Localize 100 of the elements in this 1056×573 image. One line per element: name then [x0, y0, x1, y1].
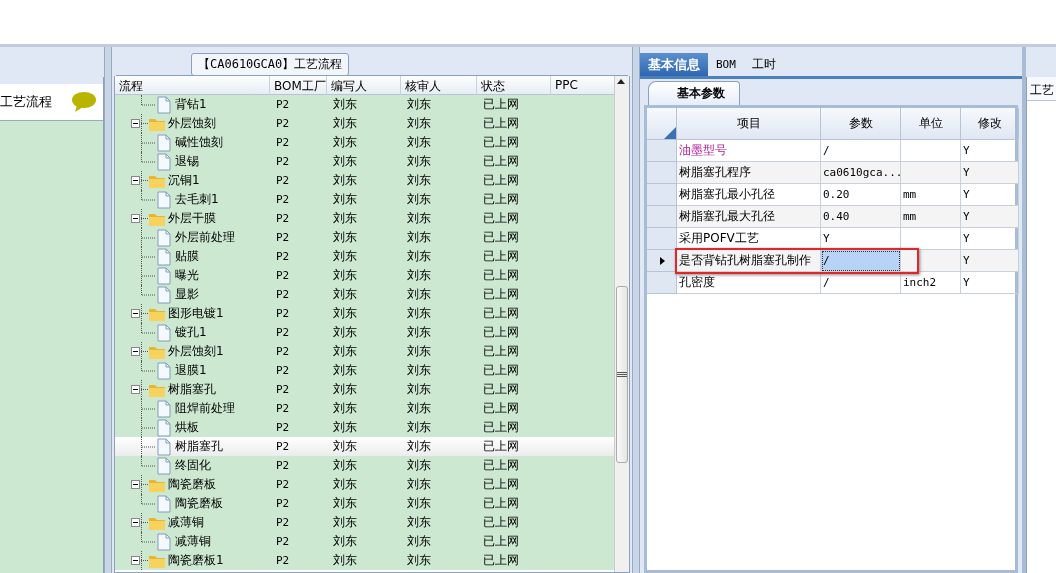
tree-item[interactable]: 退膜1: [173, 362, 209, 379]
table-cell-text: P2: [275, 98, 291, 111]
collapse-icon[interactable]: [131, 385, 148, 394]
collapse-icon[interactable]: [131, 214, 148, 223]
tab[interactable]: BOM: [708, 53, 744, 76]
tree-item[interactable]: 背钻1: [173, 96, 209, 113]
collapse-icon[interactable]: [131, 309, 148, 318]
tree-item[interactable]: 图形电镀1: [166, 305, 226, 322]
tab[interactable]: 工时: [743, 53, 784, 76]
table-cell-text: P2: [275, 345, 291, 358]
table-cell-text: 已上网: [482, 381, 520, 398]
table-cell-text: 已上网: [482, 400, 520, 417]
table-cell-text: 刘东: [332, 343, 358, 360]
table-cell-text: 刘东: [332, 533, 358, 550]
tree-item[interactable]: 终固化: [173, 457, 213, 474]
document-icon: [155, 456, 173, 475]
table-cell: /: [821, 272, 901, 294]
column-header[interactable]: 项目: [677, 108, 821, 140]
subtab[interactable]: 基本参数: [648, 81, 740, 105]
table-cell-text: 已上网: [482, 172, 520, 189]
table-cell-text: 刘东: [406, 248, 432, 265]
table-cell-text: P2: [275, 478, 291, 491]
tree-item[interactable]: 碱性蚀刻: [173, 134, 225, 151]
panel-title-tab[interactable]: 【CA0610GCA0】工艺流程: [191, 53, 350, 76]
table-cell-text: 已上网: [482, 286, 520, 303]
tab[interactable]: 基本信息: [640, 53, 708, 76]
document-icon: [155, 228, 173, 247]
table-cell-text: 刘东: [332, 210, 358, 227]
table-cell-text: 刘东: [406, 96, 432, 113]
document-icon: [155, 152, 173, 171]
table-cell: Y: [961, 250, 1019, 272]
table-cell: 树脂塞孔程序: [677, 162, 821, 184]
tree-item[interactable]: 去毛刺1: [173, 191, 221, 208]
tree-item[interactable]: 阻焊前处理: [173, 400, 237, 417]
collapse-icon[interactable]: [131, 556, 148, 565]
table-cell-text: 刘东: [332, 229, 358, 246]
table-cell-text: P2: [275, 174, 291, 187]
table-cell-text: 已上网: [482, 438, 520, 455]
tree-item[interactable]: 烘板: [173, 419, 201, 436]
table-cell[interactable]: /: [821, 250, 901, 272]
document-icon: [155, 418, 173, 437]
table-cell-text: 刘东: [332, 457, 358, 474]
collapse-icon[interactable]: [131, 518, 148, 527]
table-cell-text: P2: [275, 155, 291, 168]
table-cell-text: 刘东: [406, 153, 432, 170]
table-cell-text: P2: [275, 250, 291, 263]
tree-item[interactable]: 树脂塞孔: [166, 381, 218, 398]
collapse-icon[interactable]: [131, 176, 148, 185]
tree-item[interactable]: 外层蚀刻1: [166, 343, 226, 360]
table-cell-text: 刘东: [332, 514, 358, 531]
tree-item[interactable]: 陶瓷磨板: [166, 476, 218, 493]
tree-item[interactable]: 减薄铜: [173, 533, 213, 550]
document-icon: [155, 95, 173, 114]
tree-item[interactable]: 镀孔1: [173, 324, 209, 341]
table-cell: 0.40: [821, 206, 901, 228]
tree-item[interactable]: 沉铜1: [166, 172, 202, 189]
tree-item[interactable]: 显影: [173, 286, 201, 303]
table-cell-text: 刘东: [406, 229, 432, 246]
collapse-icon[interactable]: [131, 480, 148, 489]
table-cell-text: 刘东: [332, 305, 358, 322]
current-row-arrow-icon: [660, 256, 665, 265]
table-cell-text: P2: [275, 364, 291, 377]
grip-icon: [617, 371, 627, 378]
tree-item[interactable]: 陶瓷磨板: [173, 495, 225, 512]
tree-item[interactable]: 外层前处理: [173, 229, 237, 246]
table-cell-text: P2: [275, 554, 291, 567]
table-cell-text: 刘东: [332, 324, 358, 341]
tree-item[interactable]: 曝光: [173, 267, 201, 284]
table-cell-text: P2: [275, 136, 291, 149]
collapse-icon[interactable]: [131, 347, 148, 356]
table-cell-text: 刘东: [406, 514, 432, 531]
column-header[interactable]: 单位: [901, 108, 961, 140]
table-cell-text: 刘东: [406, 191, 432, 208]
table-cell-text: 已上网: [482, 229, 520, 246]
table-cell-text: 刘东: [332, 153, 358, 170]
tree-item[interactable]: 减薄铜: [166, 514, 206, 531]
table-cell-text: 刘东: [406, 533, 432, 550]
table-cell-text: 已上网: [482, 305, 520, 322]
tree-item[interactable]: 贴膜: [173, 248, 201, 265]
table-cell-text: 刘东: [406, 381, 432, 398]
table-cell-text: P2: [275, 516, 291, 529]
tree-item[interactable]: 树脂塞孔: [173, 438, 225, 455]
column-header[interactable]: 修改: [961, 108, 1019, 140]
tree-item[interactable]: 陶瓷磨板1: [166, 552, 226, 569]
tree-item[interactable]: 退锡: [173, 153, 201, 170]
table-cell: mm: [901, 206, 961, 228]
table-cell-text: P2: [275, 288, 291, 301]
table-cell-text: 刘东: [406, 400, 432, 417]
vertical-scrollbar[interactable]: [614, 76, 629, 572]
table-cell: Y: [961, 272, 1019, 294]
collapse-icon[interactable]: [131, 119, 148, 128]
table-cell-text: 已上网: [482, 476, 520, 493]
table-cell: Y: [961, 206, 1019, 228]
column-header[interactable]: 参数: [821, 108, 901, 140]
document-icon: [155, 247, 173, 266]
tree-item[interactable]: 外层蚀刻: [166, 115, 218, 132]
row-header[interactable]: [647, 250, 677, 272]
table-cell-text: 刘东: [332, 476, 358, 493]
table-cell-text: P2: [275, 402, 291, 415]
tree-item[interactable]: 外层干膜: [166, 210, 218, 227]
